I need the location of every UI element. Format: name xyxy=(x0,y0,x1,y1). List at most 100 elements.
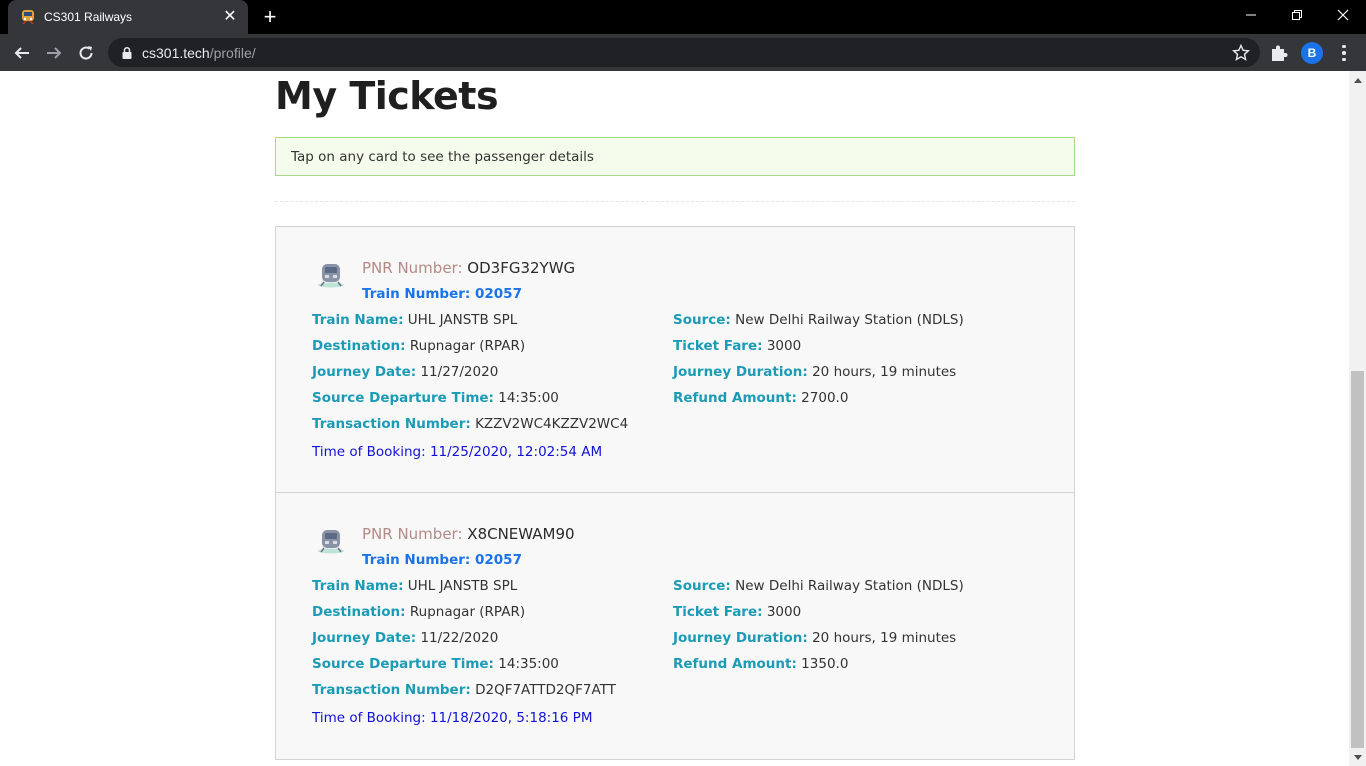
source-field: Source: New Delhi Railway Station (NDLS) xyxy=(673,312,964,328)
transaction-value: KZZV2WC4KZZV2WC4 xyxy=(475,416,629,432)
transaction-field: Transaction Number: D2QF7ATTD2QF7ATT xyxy=(312,682,616,698)
time-of-booking-label: Time of Booking: xyxy=(312,444,426,460)
journey-date-label: Journey Date: xyxy=(312,630,417,646)
journey-date-value: 11/27/2020 xyxy=(420,364,499,380)
destination-label: Destination: xyxy=(312,338,406,354)
time-of-booking-label: Time of Booking: xyxy=(312,710,426,726)
train-name-field: Train Name: UHL JANSTB SPL xyxy=(312,578,517,594)
transaction-label: Transaction Number: xyxy=(312,682,471,698)
source-departure-value: 14:35:00 xyxy=(498,656,559,672)
destination-label: Destination: xyxy=(312,604,406,620)
profile-avatar[interactable]: B xyxy=(1301,42,1323,64)
refund-value: 1350.0 xyxy=(801,656,849,672)
scrollbar-thumb[interactable] xyxy=(1351,371,1364,748)
ticket-fare-label: Ticket Fare: xyxy=(673,338,763,354)
train-icon xyxy=(318,264,344,288)
source-field: Source: New Delhi Railway Station (NDLS) xyxy=(673,578,964,594)
back-arrow-icon[interactable] xyxy=(7,38,37,68)
train-number-line: Train Number: 02057 xyxy=(362,286,522,302)
browser-menu-icon[interactable] xyxy=(1334,42,1354,64)
extensions-puzzle-icon[interactable] xyxy=(1268,42,1290,64)
new-tab-icon[interactable]: + xyxy=(258,5,282,29)
ticket-card[interactable]: PNR Number: OD3FG32YWG Train Number: 020… xyxy=(275,226,1075,493)
journey-date-label: Journey Date: xyxy=(312,364,417,380)
ticket-fare-value: 3000 xyxy=(766,338,802,354)
time-of-booking: Time of Booking: 11/25/2020, 12:02:54 AM xyxy=(312,444,602,460)
refund-field: Refund Amount: 1350.0 xyxy=(673,656,848,672)
source-departure-field: Source Departure Time: 14:35:00 xyxy=(312,656,559,672)
tab-close-icon[interactable]: ✕ xyxy=(222,9,238,25)
forward-arrow-icon[interactable] xyxy=(39,38,69,68)
train-name-label: Train Name: xyxy=(312,312,404,328)
ticket-list: PNR Number: OD3FG32YWG Train Number: 020… xyxy=(275,226,1075,760)
time-of-booking-value: 11/18/2020, 5:18:16 PM xyxy=(429,710,593,726)
source-label: Source: xyxy=(673,312,731,328)
train-number-label: Train Number: xyxy=(362,286,471,302)
train-number-value: 02057 xyxy=(475,286,522,302)
page-title: My Tickets xyxy=(275,74,499,118)
scroll-up-arrow-icon[interactable] xyxy=(1349,71,1366,88)
ticket-fare-field: Ticket Fare: 3000 xyxy=(673,338,801,354)
refund-label: Refund Amount: xyxy=(673,390,797,406)
destination-value: Rupnagar (RPAR) xyxy=(409,338,526,354)
lock-icon xyxy=(122,46,132,59)
destination-field: Destination: Rupnagar (RPAR) xyxy=(312,338,525,354)
url-host: cs301.tech xyxy=(142,44,210,61)
refund-label: Refund Amount: xyxy=(673,656,797,672)
journey-date-field: Journey Date: 11/22/2020 xyxy=(312,630,498,646)
train-number-line: Train Number: 02057 xyxy=(362,552,522,568)
source-departure-label: Source Departure Time: xyxy=(312,390,494,406)
journey-duration-label: Journey Duration: xyxy=(673,364,808,380)
url-path: /profile/ xyxy=(209,44,256,61)
time-of-booking: Time of Booking: 11/18/2020, 5:18:16 PM xyxy=(312,710,592,726)
train-favicon-icon xyxy=(22,10,34,25)
pnr-label: PNR Number: xyxy=(362,525,463,543)
scroll-down-arrow-icon[interactable] xyxy=(1349,749,1366,766)
transaction-label: Transaction Number: xyxy=(312,416,471,432)
restore-icon[interactable] xyxy=(1274,0,1320,30)
transaction-field: Transaction Number: KZZV2WC4KZZV2WC4 xyxy=(312,416,628,432)
refund-field: Refund Amount: 2700.0 xyxy=(673,390,848,406)
journey-duration-value: 20 hours, 19 minutes xyxy=(812,630,957,646)
pnr-label: PNR Number: xyxy=(362,259,463,277)
train-name-value: UHL JANSTB SPL xyxy=(407,312,518,328)
tab-title: CS301 Railways xyxy=(44,10,133,24)
ticket-fare-field: Ticket Fare: 3000 xyxy=(673,604,801,620)
ticket-card[interactable]: PNR Number: X8CNEWAM90 Train Number: 020… xyxy=(275,493,1075,760)
refund-value: 2700.0 xyxy=(801,390,849,406)
train-number-value: 02057 xyxy=(475,552,522,568)
source-value: New Delhi Railway Station (NDLS) xyxy=(735,578,964,594)
browser-toolbar: cs301.tech/profile/ xyxy=(0,34,1366,71)
info-alert: Tap on any card to see the passenger det… xyxy=(275,137,1075,176)
minimize-icon[interactable] xyxy=(1228,0,1274,30)
train-number-label: Train Number: xyxy=(362,552,471,568)
train-name-value: UHL JANSTB SPL xyxy=(407,578,518,594)
pnr-value: X8CNEWAM90 xyxy=(467,525,575,543)
browser-titlebar: CS301 Railways ✕ + xyxy=(0,0,1366,34)
vertical-scrollbar[interactable] xyxy=(1349,71,1366,766)
close-window-icon[interactable] xyxy=(1320,0,1366,30)
destination-field: Destination: Rupnagar (RPAR) xyxy=(312,604,525,620)
bookmark-star-icon[interactable] xyxy=(1232,44,1250,62)
browser-tab[interactable]: CS301 Railways ✕ xyxy=(8,0,248,34)
journey-duration-field: Journey Duration: 20 hours, 19 minutes xyxy=(673,364,956,380)
page-viewport: My Tickets Tap on any card to see the pa… xyxy=(0,71,1366,766)
divider xyxy=(275,201,1075,202)
address-bar[interactable]: cs301.tech/profile/ xyxy=(108,38,1260,67)
time-of-booking-value: 11/25/2020, 12:02:54 AM xyxy=(429,444,603,460)
train-icon xyxy=(318,530,344,554)
source-departure-field: Source Departure Time: 14:35:00 xyxy=(312,390,559,406)
main-content: My Tickets Tap on any card to see the pa… xyxy=(275,71,1075,760)
ticket-fare-label: Ticket Fare: xyxy=(673,604,763,620)
ticket-fare-value: 3000 xyxy=(766,604,802,620)
source-value: New Delhi Railway Station (NDLS) xyxy=(735,312,964,328)
reload-icon[interactable] xyxy=(71,38,101,68)
train-name-field: Train Name: UHL JANSTB SPL xyxy=(312,312,517,328)
pnr-line: PNR Number: X8CNEWAM90 xyxy=(362,525,575,543)
transaction-value: D2QF7ATTD2QF7ATT xyxy=(475,682,616,698)
journey-date-field: Journey Date: 11/27/2020 xyxy=(312,364,498,380)
source-label: Source: xyxy=(673,578,731,594)
source-departure-value: 14:35:00 xyxy=(498,390,559,406)
journey-duration-value: 20 hours, 19 minutes xyxy=(812,364,957,380)
pnr-line: PNR Number: OD3FG32YWG xyxy=(362,259,575,277)
